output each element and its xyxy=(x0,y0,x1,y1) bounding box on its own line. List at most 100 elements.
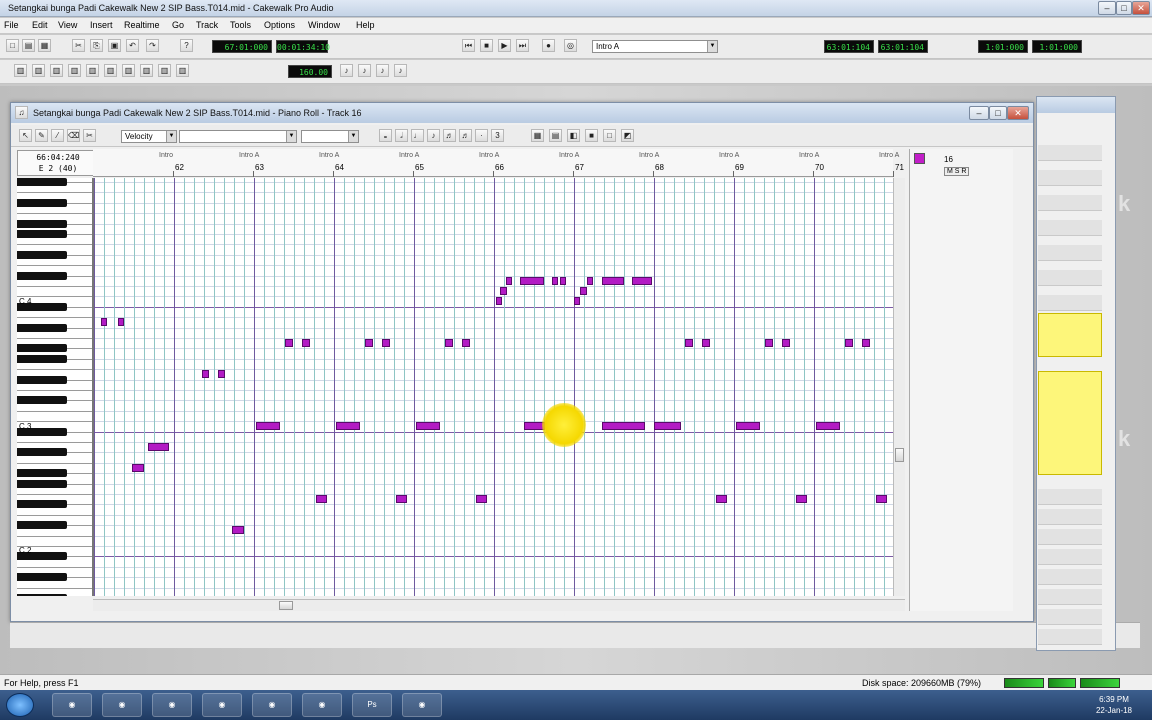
edit-tool-icon[interactable]: ⌫ xyxy=(67,129,80,142)
midi-note[interactable] xyxy=(256,422,281,431)
smpte-display[interactable]: 00:01:34:10 xyxy=(276,40,330,53)
midi-note[interactable] xyxy=(845,339,854,347)
firefox-icon[interactable]: ◉ xyxy=(252,693,292,717)
midi-note[interactable] xyxy=(382,339,390,347)
menu-tools[interactable]: Tools xyxy=(230,20,251,30)
recorder-icon[interactable]: ◉ xyxy=(402,693,442,717)
midi-note[interactable] xyxy=(475,495,487,503)
edit-tool-icon[interactable]: ✎ xyxy=(35,129,48,142)
stop-icon[interactable]: ■ xyxy=(480,39,493,52)
minimize-button[interactable]: – xyxy=(1098,1,1116,15)
copy-icon[interactable]: ⎘ xyxy=(90,39,103,52)
snap-toolbar-icon[interactable]: ♪ xyxy=(358,64,371,77)
ie-icon[interactable]: ◉ xyxy=(52,693,92,717)
midi-note[interactable] xyxy=(795,495,807,503)
piano-black-key[interactable] xyxy=(17,250,67,259)
piano-keyboard[interactable]: C 4 C 3 C 2 xyxy=(17,178,93,596)
menu-go[interactable]: Go xyxy=(172,20,184,30)
controller-combo[interactable]: Velocity ▼ xyxy=(121,130,177,143)
midi-note[interactable] xyxy=(285,339,294,347)
midi-note[interactable] xyxy=(559,276,566,285)
view-toolbar-icon[interactable]: ▥ xyxy=(140,64,153,77)
midi-note[interactable] xyxy=(715,495,727,503)
note-duration-icon[interactable]: ♩ xyxy=(411,129,424,142)
piano-black-key[interactable] xyxy=(17,344,67,353)
horizontal-scrollbar[interactable] xyxy=(93,599,905,611)
snap-toolbar-icon[interactable]: ♪ xyxy=(340,64,353,77)
piano-black-key[interactable] xyxy=(17,271,67,280)
piano-black-key[interactable] xyxy=(17,594,67,596)
explorer-icon[interactable]: ◉ xyxy=(152,693,192,717)
view-toolbar-icon[interactable]: ▥ xyxy=(14,64,27,77)
midi-note[interactable] xyxy=(816,422,841,431)
midi-note[interactable] xyxy=(586,276,594,285)
track-row[interactable] xyxy=(1038,170,1102,186)
midi-note[interactable] xyxy=(551,276,558,285)
menu-file[interactable]: File xyxy=(4,20,19,30)
forward-icon[interactable]: ⏭ xyxy=(516,39,529,52)
pr-close-button[interactable]: ✕ xyxy=(1007,106,1029,120)
view-option-icon[interactable]: ■ xyxy=(585,129,598,142)
markers-combo[interactable]: Intro A ▼ xyxy=(592,40,718,53)
piano-black-key[interactable] xyxy=(17,323,67,332)
track-row[interactable] xyxy=(1038,609,1102,625)
marker-label[interactable]: Intro A xyxy=(319,152,339,159)
chevron-down-icon[interactable]: ▼ xyxy=(707,41,717,52)
tempo-display[interactable]: 160.00 xyxy=(288,65,332,78)
midi-note[interactable] xyxy=(782,339,790,347)
midi-note[interactable] xyxy=(862,339,870,347)
snap-toolbar-icon[interactable]: ♪ xyxy=(376,64,389,77)
vertical-scrollbar[interactable] xyxy=(893,178,905,596)
piano-black-key[interactable] xyxy=(17,500,67,509)
track-view-scrollbar-strip[interactable] xyxy=(10,622,1140,648)
view-toolbar-icon[interactable]: ▥ xyxy=(176,64,189,77)
edit-tool-icon[interactable]: ↖ xyxy=(19,129,32,142)
note-duration-icon[interactable]: ♪ xyxy=(427,129,440,142)
midi-note[interactable] xyxy=(218,370,226,379)
midi-note[interactable] xyxy=(765,339,774,347)
midi-note[interactable] xyxy=(118,318,124,327)
piano-black-key[interactable] xyxy=(17,375,67,384)
piano-black-key[interactable] xyxy=(17,354,67,363)
midi-note[interactable] xyxy=(148,443,170,451)
menu-window[interactable]: Window xyxy=(308,20,340,30)
menu-view[interactable]: View xyxy=(58,20,77,30)
piano-black-key[interactable] xyxy=(17,219,67,228)
menu-realtime[interactable]: Realtime xyxy=(124,20,160,30)
cut-icon[interactable]: ✂ xyxy=(72,39,85,52)
maximize-button[interactable]: □ xyxy=(1116,1,1132,15)
midi-note[interactable] xyxy=(132,463,144,472)
photoshop-icon[interactable]: Ps xyxy=(352,693,392,717)
clip-thumbnail[interactable] xyxy=(1038,371,1102,475)
midi-note[interactable] xyxy=(202,370,210,379)
piano-black-key[interactable] xyxy=(17,448,67,457)
pr-maximize-button[interactable]: □ xyxy=(989,106,1007,120)
system-clock[interactable]: 6:39 PM 22-Jan-18 xyxy=(1080,694,1148,716)
media-player-icon[interactable]: ◉ xyxy=(102,693,142,717)
chevron-down-icon[interactable]: ▼ xyxy=(348,131,358,142)
snap-toolbar-icon[interactable]: ♪ xyxy=(394,64,407,77)
midi-note[interactable] xyxy=(519,276,544,285)
cakewalk-icon[interactable]: ◉ xyxy=(202,693,242,717)
horizontal-scroll-thumb[interactable] xyxy=(279,601,293,610)
now-time-display[interactable]: 67:01:000 xyxy=(212,40,272,53)
marker-label[interactable]: Intro A xyxy=(479,152,499,159)
midi-note[interactable] xyxy=(654,422,682,431)
channel-combo[interactable]: ▼ xyxy=(301,130,359,143)
marker-label[interactable]: Intro A xyxy=(639,152,659,159)
close-button[interactable]: ✕ xyxy=(1132,1,1150,15)
sync-icon[interactable]: ◎ xyxy=(564,39,577,52)
midi-note[interactable] xyxy=(702,339,710,347)
midi-note[interactable] xyxy=(631,276,653,285)
paste-icon[interactable]: ▣ xyxy=(108,39,121,52)
midi-note[interactable] xyxy=(101,318,108,327)
redo-icon[interactable]: ↷ xyxy=(146,39,159,52)
play-icon[interactable]: ▶ xyxy=(498,39,511,52)
open-icon[interactable]: ▤ xyxy=(22,39,35,52)
track-row[interactable] xyxy=(1038,145,1102,161)
menu-options[interactable]: Options xyxy=(264,20,295,30)
punch-end-display[interactable]: 1:01:000 xyxy=(1032,40,1082,53)
view-option-icon[interactable]: ▤ xyxy=(549,129,562,142)
piano-black-key[interactable] xyxy=(17,573,67,582)
menu-insert[interactable]: Insert xyxy=(90,20,113,30)
